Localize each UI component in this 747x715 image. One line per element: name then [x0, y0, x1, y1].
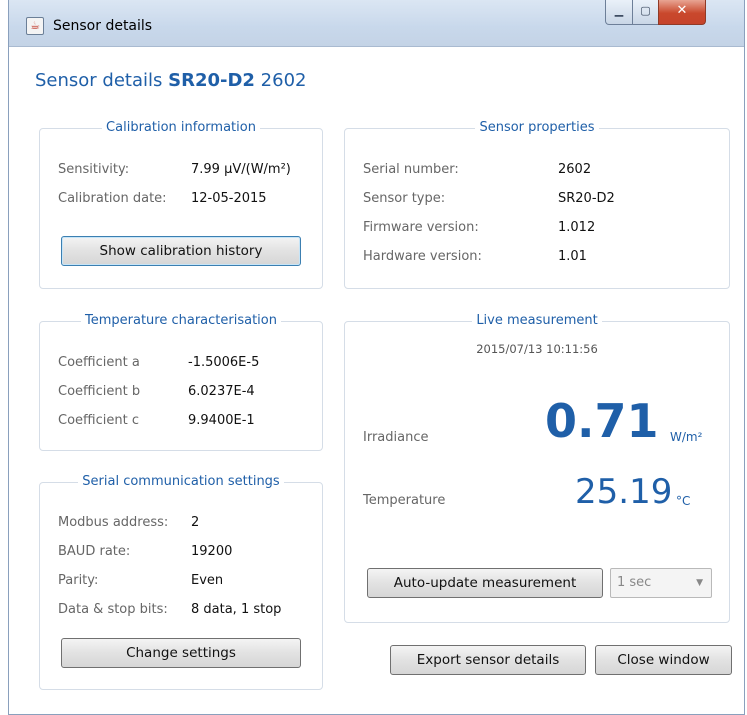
sensor-properties-title: Sensor properties [475, 120, 599, 135]
sensitivity-value: 7.99 μV/(W/m²) [191, 162, 291, 177]
measurement-timestamp: 2015/07/13 10:11:56 [476, 342, 598, 356]
irradiance-unit: W/m² [670, 430, 703, 444]
coefficient-a-value: -1.5006E-5 [188, 355, 260, 370]
temperature-unit: °C [676, 494, 691, 508]
calibration-date-value: 12-05-2015 [191, 191, 267, 206]
parity-value: Even [191, 573, 224, 588]
heading-model: SR20-D2 [168, 70, 255, 91]
close-icon[interactable]: ✕ [658, 0, 706, 25]
irradiance-label: Irradiance [363, 430, 429, 445]
close-window-button[interactable]: Close window [595, 645, 732, 675]
firmware-version-label: Firmware version: [363, 220, 479, 235]
maximize-button[interactable]: ▢ [632, 0, 659, 25]
coefficient-a-label: Coefficient a [58, 355, 140, 370]
coefficient-b-label: Coefficient b [58, 384, 141, 399]
data-stop-bits-label: Data & stop bits: [58, 602, 168, 617]
serial-number-value: 2602 [558, 162, 592, 177]
baud-rate-value: 19200 [191, 544, 233, 559]
calibration-date-label: Calibration date: [58, 191, 167, 206]
hardware-version-label: Hardware version: [363, 249, 482, 264]
heading-prefix: Sensor details [35, 70, 163, 91]
calibration-title: Calibration information [102, 120, 260, 135]
temperature-value: 25.19 [575, 472, 673, 512]
live-measurement-title: Live measurement [472, 313, 602, 328]
update-interval-value: 1 sec [617, 575, 652, 590]
page-title: Sensor details SR20-D2 2602 [35, 70, 306, 91]
temperature-characterisation-group: Temperature characterisation Coefficient… [39, 313, 323, 451]
temperature-characterisation-title: Temperature characterisation [81, 313, 281, 328]
serial-number-label: Serial number: [363, 162, 459, 177]
sensor-details-window: ☕ Sensor details ▁ ▢ ✕ Sensor details SR… [8, 0, 745, 715]
coefficient-c-label: Coefficient c [58, 413, 139, 428]
show-calibration-history-button[interactable]: Show calibration history [61, 236, 301, 266]
java-app-icon: ☕ [26, 17, 44, 35]
update-interval-select[interactable]: 1 sec ▼ [610, 568, 712, 598]
coefficient-c-value: 9.9400E-1 [188, 413, 255, 428]
sensor-properties-group: Sensor properties Serial number: 2602 Se… [344, 120, 730, 289]
modbus-address-label: Modbus address: [58, 515, 169, 530]
hardware-version-value: 1.01 [558, 249, 587, 264]
calibration-group: Calibration information Sensitivity: 7.9… [39, 120, 323, 289]
firmware-version-value: 1.012 [558, 220, 596, 235]
window-content: Sensor details SR20-D2 2602 Calibration … [10, 48, 743, 714]
data-stop-bits-value: 8 data, 1 stop [191, 602, 282, 617]
baud-rate-label: BAUD rate: [58, 544, 131, 559]
parity-label: Parity: [58, 573, 99, 588]
modbus-address-value: 2 [191, 515, 200, 530]
heading-serial: 2602 [260, 70, 307, 91]
serial-communication-title: Serial communication settings [78, 474, 284, 489]
sensor-type-label: Sensor type: [363, 191, 446, 206]
irradiance-value: 0.71 [545, 394, 659, 448]
title-bar[interactable]: ☕ Sensor details ▁ ▢ ✕ [9, 0, 744, 47]
chevron-down-icon: ▼ [696, 578, 703, 588]
change-settings-button[interactable]: Change settings [61, 638, 301, 668]
sensitivity-label: Sensitivity: [58, 162, 130, 177]
window-title: Sensor details [53, 18, 153, 34]
auto-update-measurement-button[interactable]: Auto-update measurement [367, 568, 603, 598]
export-sensor-details-button[interactable]: Export sensor details [390, 645, 586, 675]
serial-communication-group: Serial communication settings Modbus add… [39, 474, 323, 690]
live-measurement-group: Live measurement 2015/07/13 10:11:56 Irr… [344, 313, 730, 623]
coefficient-b-value: 6.0237E-4 [188, 384, 255, 399]
sensor-type-value: SR20-D2 [558, 191, 615, 206]
temperature-label: Temperature [363, 493, 446, 508]
minimize-button[interactable]: ▁ [605, 0, 633, 25]
